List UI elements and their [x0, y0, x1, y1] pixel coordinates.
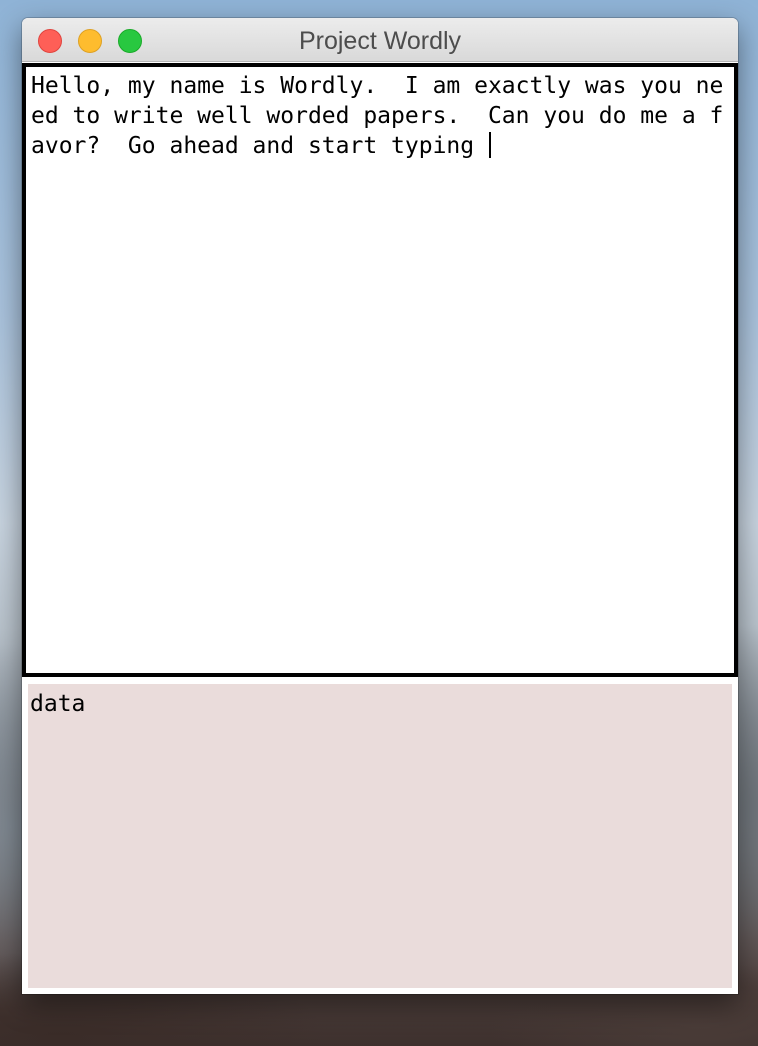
editor-content[interactable]: Hello, my name is Wordly. I am exactly w…	[31, 73, 723, 159]
window-title: Project Wordly	[298, 27, 462, 55]
output-panel: data	[28, 684, 732, 988]
app-window: Project Wordly Hello, my name is Wordly.…	[22, 18, 738, 994]
text-cursor	[488, 132, 491, 158]
text-editor[interactable]: Hello, my name is Wordly. I am exactly w…	[22, 63, 738, 677]
title-bar[interactable]: Project Wordly	[22, 18, 738, 62]
output-content: data	[30, 691, 86, 717]
